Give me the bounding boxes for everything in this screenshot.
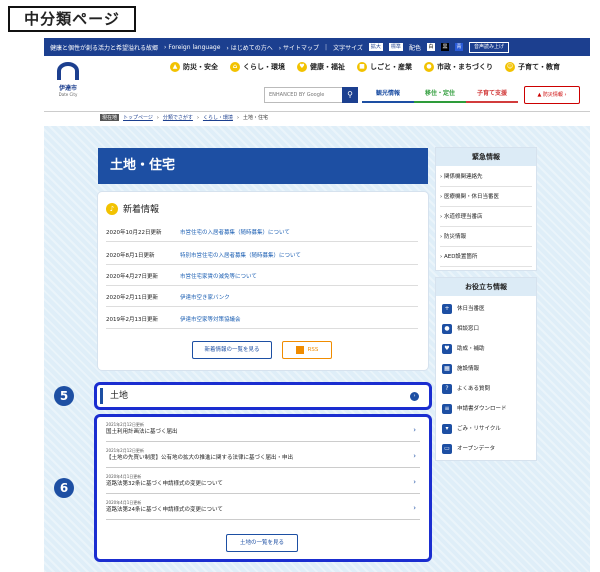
emergency-item[interactable]: › 水道修理当番店 — [440, 208, 532, 227]
top-utility-bar: 健康と個性が創る活力と希望溢れる故郷 › Foreign language › … — [44, 38, 590, 56]
nav-item-childcare[interactable]: ☺ 子育て・教育 — [505, 62, 560, 72]
section-accent-bar — [100, 388, 103, 404]
font-standard-button[interactable]: 標準 — [388, 43, 403, 51]
emergency-item[interactable]: › AED設置箇所 — [440, 248, 532, 267]
bell-icon: ♪ — [106, 202, 118, 215]
emergency-item[interactable]: › 関係機関連絡先 — [440, 168, 532, 187]
child-icon: ☺ — [505, 62, 515, 72]
news-heading: ♪ 新着情報 — [106, 202, 159, 215]
chevron-right-icon: › — [413, 452, 416, 460]
news-row[interactable]: 2019年2月13日更新 伊達市空家等対策協議会 — [106, 309, 418, 329]
city-name-en: Date City — [58, 92, 78, 97]
document-icon: ≡ — [442, 404, 452, 414]
news-row[interactable]: 2020年8月1日更新 特別市営住宅の入居者募集（随時募集）について — [106, 245, 418, 265]
nav-item-work[interactable]: ■ しごと・産業 — [357, 62, 412, 72]
land-list-button[interactable]: 土地の一覧を見る — [226, 534, 298, 552]
chevron-right-icon: › — [413, 426, 416, 434]
chevron-right-icon: › — [413, 478, 416, 486]
breadcrumb: 現在地 トップページ › 分類でさがす › くらし・環境 › 土地・住宅 — [100, 114, 268, 121]
news-list-button[interactable]: 新着情報の一覧を見る — [192, 341, 272, 359]
monitor-icon: ▭ — [442, 444, 452, 454]
chevron-right-icon: › — [413, 504, 416, 512]
color-black-button[interactable]: 黒 — [440, 43, 449, 51]
shield-icon: ▲ — [170, 62, 180, 72]
breadcrumb-current: 土地・住宅 — [242, 115, 268, 121]
emergency-item[interactable]: › 防災情報 — [440, 228, 532, 247]
search-input[interactable]: ENHANCED BY Google — [264, 87, 354, 103]
briefcase-icon: ■ — [357, 62, 367, 72]
list-item[interactable]: 2020年4月1日更新 道路法第24条に基づく申請様式の変更について › — [106, 496, 420, 520]
useful-item[interactable]: ▭ オープンデータ — [442, 440, 532, 458]
useful-heading: お役立ち情報 — [436, 278, 536, 296]
disaster-info-button[interactable]: ▲ 防災情報 › — [524, 86, 580, 104]
rss-button[interactable]: RSS — [282, 341, 332, 359]
useful-item[interactable]: + 休日当番医 — [442, 300, 532, 318]
list-item[interactable]: 2021年2月12日更新 国土利用計画法に基づく届出 › — [106, 418, 420, 442]
news-row[interactable]: 2020年2月11日更新 伊達市空き家バンク — [106, 287, 418, 307]
section-header-frame — [94, 382, 432, 410]
list-item[interactable]: 2020年4月1日更新 道路法第32条に基づく申請様式の変更について › — [106, 470, 420, 494]
nav-item-safety[interactable]: ▲ 防災・安全 — [170, 62, 218, 72]
city-name: 伊達市 — [58, 85, 77, 92]
list-item[interactable]: 2021年2月12日更新 【土地の先買い制度】公有地の拡大の推進に関する法律に基づ… — [106, 444, 420, 468]
breadcrumb-here-label: 現在地 — [100, 114, 120, 121]
question-icon: ? — [442, 384, 452, 394]
link-first-visit[interactable]: › はじめての方へ — [226, 43, 272, 52]
news-row[interactable]: 2020年4月27日更新 市営住宅家賃の減免等について — [106, 266, 418, 286]
hospital-icon: + — [442, 304, 452, 314]
breadcrumb-top[interactable]: トップページ — [123, 114, 153, 121]
font-enlarge-button[interactable]: 拡大 — [368, 43, 383, 51]
subnav-childcare[interactable]: 子育て支援 — [466, 87, 518, 103]
useful-item[interactable]: ● 相談窓口 — [442, 320, 532, 338]
document-label: 中分類ページ — [8, 6, 136, 32]
emergency-heading: 緊急情報 — [436, 148, 536, 166]
useful-item[interactable]: ♥ 助成・補助 — [442, 340, 532, 358]
useful-item[interactable]: ▦ 施設情報 — [442, 360, 532, 378]
logo-mark-icon — [57, 62, 79, 80]
building-icon: ▦ — [442, 364, 452, 374]
voice-read-button[interactable]: 音声読み上げ — [468, 41, 509, 53]
marker-5: 5 — [54, 386, 74, 406]
breadcrumb-living[interactable]: くらし・環境 — [203, 114, 233, 121]
section-title[interactable]: 土地 — [110, 388, 128, 404]
subnav-tourism[interactable]: 観光情報 — [362, 87, 414, 103]
sub-nav: 観光情報 移住・定住 子育て支援 — [362, 87, 518, 103]
marker-6: 6 — [54, 478, 74, 498]
nav-item-health[interactable]: ♥ 健康・福祉 — [297, 62, 345, 72]
emergency-item[interactable]: › 医療機関・休日当番医 — [440, 188, 532, 207]
useful-item[interactable]: ▾ ごみ・リサイクル — [442, 420, 532, 438]
breadcrumb-category[interactable]: 分類でさがす — [163, 114, 193, 121]
chevron-right-icon[interactable]: › — [410, 392, 419, 401]
color-white-button[interactable]: 白 — [426, 43, 435, 51]
page-title: 土地・住宅 — [98, 148, 428, 184]
person-icon: ● — [442, 324, 452, 334]
home-icon: ⌂ — [230, 62, 240, 72]
useful-item[interactable]: ≡ 申請書ダウンロード — [442, 400, 532, 418]
nav-item-city[interactable]: ● 市政・まちづくり — [424, 62, 493, 72]
nav-item-living[interactable]: ⌂ くらし・環境 — [230, 62, 285, 72]
font-size-label: 文字サイズ — [333, 44, 363, 52]
divider: | — [325, 43, 328, 51]
link-sitemap[interactable]: › サイトマップ — [279, 43, 319, 52]
color-label: 配色 — [408, 44, 421, 52]
color-blue-button[interactable]: 青 — [454, 43, 463, 51]
building-icon: ● — [424, 62, 434, 72]
city-logo[interactable]: 伊達市 Date City — [50, 62, 86, 106]
useful-item[interactable]: ? よくある質問 — [442, 380, 532, 398]
search-icon[interactable]: ⚲ — [342, 87, 358, 103]
slogan: 健康と個性が創る活力と希望溢れる故郷 — [50, 44, 159, 52]
heart-icon: ♥ — [297, 62, 307, 72]
rss-icon — [295, 345, 304, 354]
subnav-migration[interactable]: 移住・定住 — [414, 87, 466, 103]
news-row[interactable]: 2020年10月22日更新 市営住宅の入居者募集（随時募集）について — [106, 222, 418, 242]
category-nav: ▲ 防災・安全 ⌂ くらし・環境 ♥ 健康・福祉 ■ しごと・産業 ● 市政・まちづくり … — [170, 62, 560, 72]
hand-icon: ♥ — [442, 344, 452, 354]
trash-icon: ▾ — [442, 424, 452, 434]
link-foreign-language[interactable]: › Foreign language — [164, 44, 220, 51]
